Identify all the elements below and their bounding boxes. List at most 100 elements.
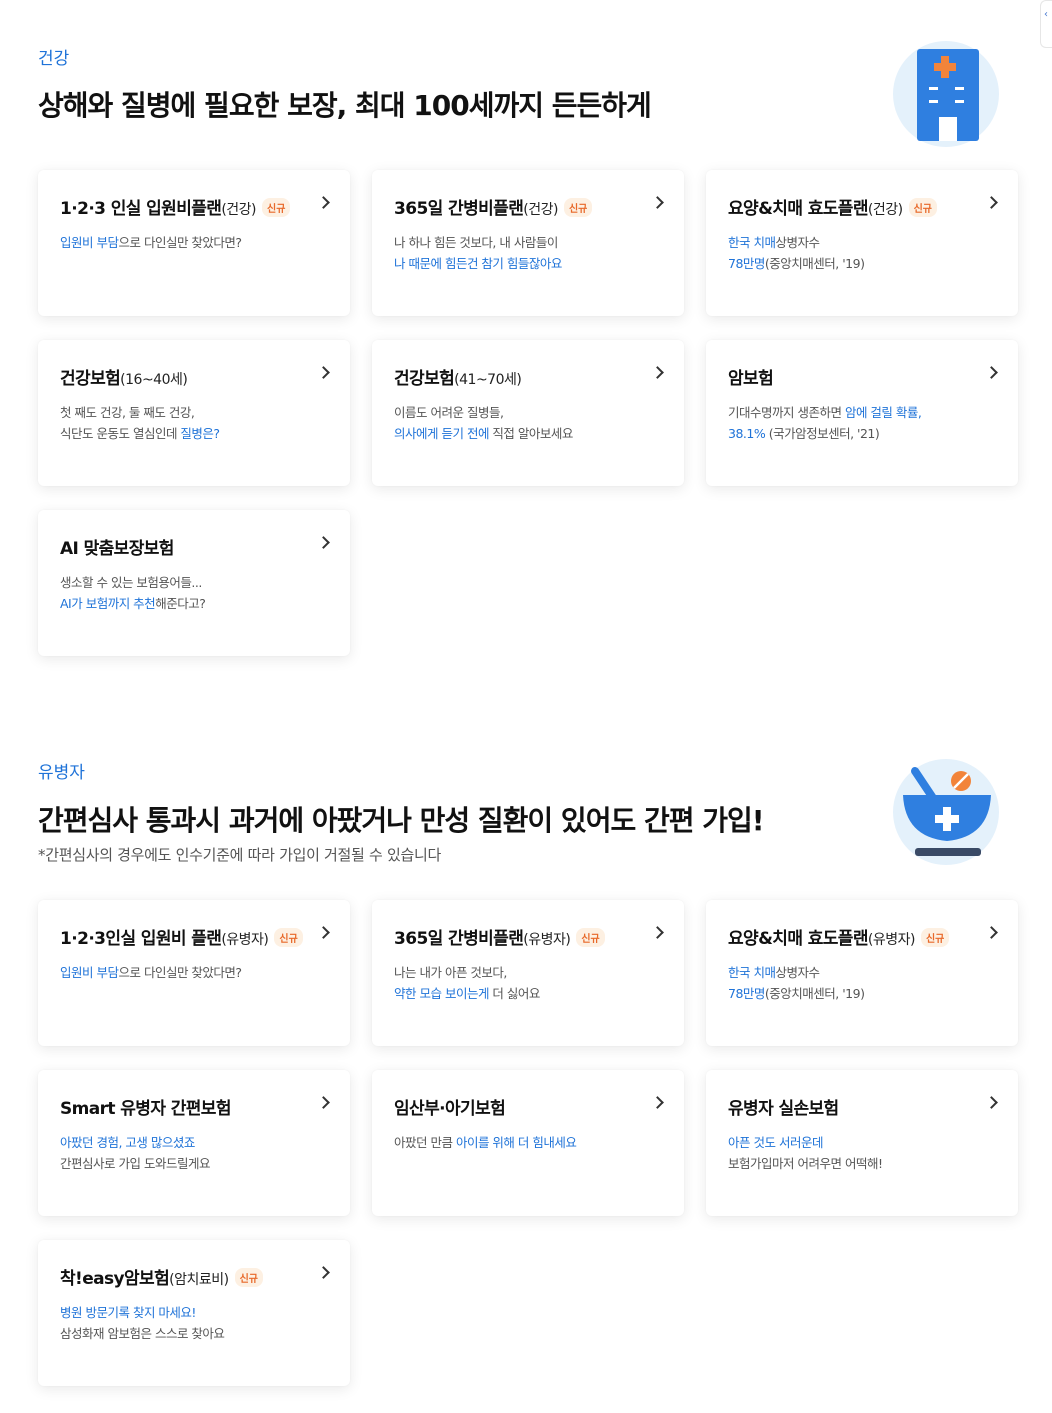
description-text: 나 하나 힘든 것보다, 내 사람들이 [394, 235, 558, 250]
product-title: 유병자 실손보험 [728, 1094, 839, 1119]
product-card[interactable]: 유병자 실손보험아픈 것도 서러운데 보험가입마저 어려우면 어떡해! [706, 1070, 1018, 1216]
description-line: 한국 치매상병자수 [728, 962, 864, 983]
highlight-text: 의사에게 듣기 전에 [394, 426, 489, 441]
product-name: Smart 유병자 간편보험 [60, 1099, 231, 1119]
description-line: 삼성화재 암보험은 스스로 찾아요 [60, 1323, 225, 1344]
product-name: 요양&치매 효도플랜 [728, 199, 868, 219]
product-description: 병원 방문기록 찾지 마세요! 삼성화재 암보험은 스스로 찾아요 [60, 1302, 225, 1344]
product-card[interactable]: 건강보험(41~70세) 이름도 어려운 질병들, 의사에게 듣기 전에 직접 알아… [372, 340, 684, 486]
description-line: 생소할 수 있는 보험용어들... [60, 572, 205, 593]
product-description: 생소할 수 있는 보험용어들... AI가 보험까지 추천해준다고? [60, 572, 206, 614]
product-name: 건강보험 [60, 369, 121, 389]
highlight-text: 나 때문에 힘든건 참기 힘들잖아요 [394, 256, 562, 271]
chevron-right-icon[interactable] [317, 196, 330, 209]
product-description: 나는 내가 아픈 것보다, 약한 모습 보이는게 더 싫어요 [394, 962, 540, 1004]
product-title: 암보험 [728, 364, 774, 389]
product-title: 임산부·아기보험 [394, 1094, 506, 1119]
product-card[interactable]: 착!easy암보험(암치료비) 신규병원 방문기록 찾지 마세요! 삼성화재 암보험… [38, 1240, 350, 1386]
chevron-right-icon[interactable] [317, 926, 330, 939]
product-description: 아팠던 경험, 고생 많으셨죠 간편심사로 가입 도와드릴게요 [60, 1132, 210, 1174]
description-text: 기대수명까지 생존하면 [728, 405, 845, 420]
product-description: 아픈 것도 서러운데 보험가입마저 어려우면 어떡해! [728, 1132, 883, 1174]
highlight-text: 병원 방문기록 찾지 마세요! [60, 1305, 196, 1320]
description-line: 이름도 어려운 질병들, [394, 402, 573, 423]
product-card[interactable]: 1·2·3 인실 입원비플랜(건강) 신규 입원비 부담으로 다인실만 찾았다면? [38, 170, 350, 316]
description-line: 78만명(중앙치매센터, '19) [728, 253, 865, 274]
product-card[interactable]: 요양&치매 효도플랜(건강) 신규한국 치매상병자수 78만명(중앙치매센터, '1… [706, 170, 1018, 316]
product-card[interactable]: 건강보험(16~40세) 첫 째도 건강, 둘 째도 건강, 식단도 운동도 열심인… [38, 340, 350, 486]
chevron-left-icon: ‹ [1044, 9, 1048, 20]
description-line: AI가 보험까지 추천해준다고? [60, 593, 206, 614]
product-title: 요양&치매 효도플랜(건강) 신규 [728, 194, 937, 219]
description-line: 아팠던 경험, 고생 많으셨죠 [60, 1132, 210, 1153]
description-text: 나는 내가 아픈 것보다, [394, 965, 507, 980]
side-panel-toggle[interactable]: ‹ [1040, 0, 1052, 48]
section-eyebrow: 유병자 [38, 763, 85, 783]
product-name: 1·2·3 인실 입원비플랜 [60, 199, 222, 219]
new-badge: 신규 [234, 1268, 263, 1287]
description-line: 기대수명까지 생존하면 암에 걸릴 확률, [728, 402, 922, 423]
description-line: 38.1% (국가암정보센터, '21) [728, 423, 921, 444]
chevron-right-icon[interactable] [985, 196, 998, 209]
description-line: 아픈 것도 서러운데 [728, 1132, 882, 1153]
product-subtitle: (건강) [523, 202, 558, 218]
new-badge: 신규 [563, 198, 593, 217]
description-line: 입원비 부담으로 다인실만 찾았다면? [60, 962, 242, 983]
chevron-right-icon[interactable] [651, 926, 664, 939]
chevron-right-icon[interactable] [317, 536, 330, 549]
highlight-text: 입원비 부담 [60, 965, 119, 980]
product-name: 1·2·3인실 입원비 플랜 [60, 929, 222, 949]
chevron-right-icon[interactable] [651, 196, 664, 209]
product-name: AI 맞춤보장보험 [60, 539, 174, 559]
product-description: 기대수명까지 생존하면 암에 걸릴 확률, 38.1% (국가암정보센터, '21… [728, 402, 922, 444]
description-line: 78만명(중앙치매센터, '19) [728, 983, 865, 1004]
chevron-right-icon[interactable] [651, 366, 664, 379]
product-name: 유병자 실손보험 [728, 1099, 839, 1119]
chevron-right-icon[interactable] [317, 1266, 330, 1279]
product-name: 암보험 [728, 369, 774, 389]
chevron-right-icon[interactable] [985, 1096, 998, 1109]
description-text: 삼성화재 암보험은 스스로 찾아요 [60, 1326, 225, 1341]
chevron-right-icon[interactable] [985, 366, 998, 379]
description-text: (중앙치매센터, '19) [764, 256, 865, 271]
product-name: 임산부·아기보험 [394, 1099, 506, 1119]
description-text: 으로 다인실만 찾았다면? [118, 235, 242, 250]
product-title: 건강보험(41~70세) [394, 364, 522, 389]
section-eyebrow: 건강 [38, 49, 70, 69]
product-description: 이름도 어려운 질병들, 의사에게 듣기 전에 직접 알아보세요 [394, 402, 573, 444]
description-line: 나 하나 힘든 것보다, 내 사람들이 [394, 232, 562, 253]
product-title: 건강보험(16~40세) [60, 364, 188, 389]
new-badge: 신규 [908, 198, 937, 217]
chevron-right-icon[interactable] [985, 926, 998, 939]
description-text: 직접 알아보세요 [488, 426, 573, 441]
product-title: 365일 간병비플랜(건강) 신규 [394, 194, 593, 219]
product-card[interactable]: 임산부·아기보험아팠던 만큼 아이를 위해 더 힘내세요 [372, 1070, 684, 1216]
medicine-bowl-icon [893, 759, 1001, 867]
description-text: 더 싫어요 [488, 986, 540, 1001]
product-name: 착!easy암보험 [60, 1269, 170, 1289]
product-description: 아팠던 만큼 아이를 위해 더 힘내세요 [394, 1132, 577, 1153]
product-subtitle: (16~40세) [120, 372, 188, 388]
highlight-text: 38.1% [728, 426, 766, 441]
section-headline: 간편심사 통과시 과거에 아팠거나 만성 질환이 있어도 간편 가입! [38, 804, 765, 837]
product-card[interactable]: 암보험기대수명까지 생존하면 암에 걸릴 확률, 38.1% (국가암정보센터, … [706, 340, 1018, 486]
product-card[interactable]: Smart 유병자 간편보험아팠던 경험, 고생 많으셨죠 간편심사로 가입 도와… [38, 1070, 350, 1216]
product-card[interactable]: 요양&치매 효도플랜(유병자) 신규 한국 치매상병자수 78만명(중앙치매센터, '… [706, 900, 1018, 1046]
product-card[interactable]: AI 맞춤보장보험생소할 수 있는 보험용어들... AI가 보험까지 추천해준다… [38, 510, 350, 656]
highlight-text: 아팠던 경험, 고생 많으셨죠 [60, 1135, 195, 1150]
product-title: 1·2·3인실 입원비 플랜(유병자) 신규 [60, 924, 303, 949]
new-badge: 신규 [576, 928, 605, 947]
chevron-right-icon[interactable] [317, 366, 330, 379]
product-card[interactable]: 1·2·3인실 입원비 플랜(유병자) 신규입원비 부담으로 다인실만 찾았다면? [38, 900, 350, 1046]
description-line: 나는 내가 아픈 것보다, [394, 962, 540, 983]
product-description: 첫 째도 건강, 둘 째도 건강, 식단도 운동도 열심인데 질병은? [60, 402, 220, 444]
description-line: 한국 치매상병자수 [728, 232, 864, 253]
product-card[interactable]: 365일 간병비플랜(건강) 신규 나 하나 힘든 것보다, 내 사람들이 나 때문에… [372, 170, 684, 316]
description-text: 첫 째도 건강, 둘 째도 건강, [60, 405, 195, 420]
product-subtitle: (건강) [867, 202, 903, 218]
chevron-right-icon[interactable] [317, 1096, 330, 1109]
product-title: 착!easy암보험(암치료비) 신규 [60, 1264, 263, 1289]
product-card[interactable]: 365일 간병비플랜(유병자) 신규 나는 내가 아픈 것보다, 약한 모습 보이는게… [372, 900, 684, 1046]
description-text: 으로 다인실만 찾았다면? [118, 965, 242, 980]
chevron-right-icon[interactable] [651, 1096, 664, 1109]
